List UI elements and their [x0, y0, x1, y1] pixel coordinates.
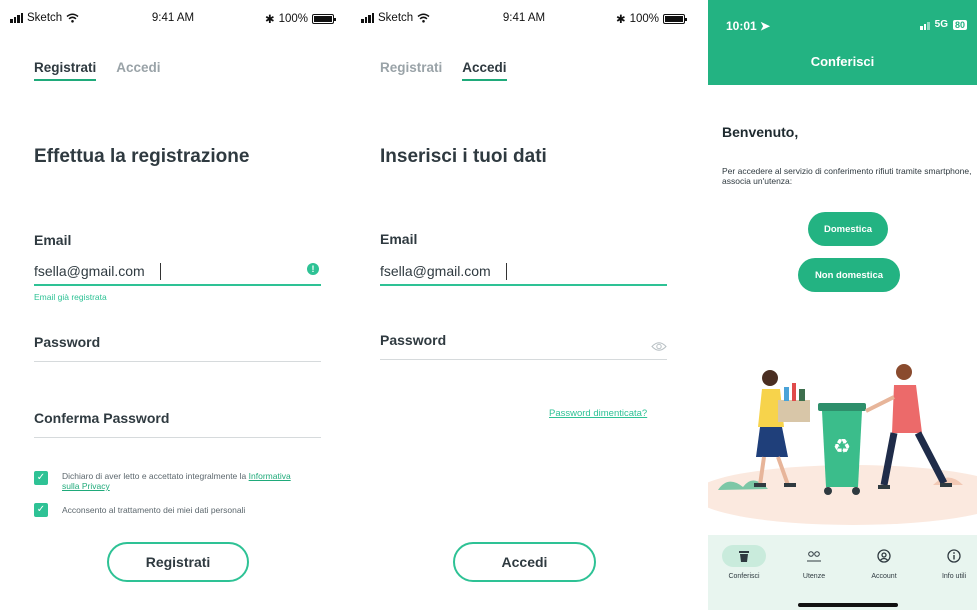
nav-item-utenze[interactable]: Utenze	[784, 545, 844, 580]
auth-tabs: Registrati Accedi	[380, 60, 507, 81]
svg-text:♻: ♻	[833, 434, 851, 458]
welcome-heading: Benvenuto,	[722, 124, 799, 140]
privacy-consent-row: ✓ Dichiaro di aver letto e accettato int…	[34, 471, 294, 491]
email-error-message: Email già registrata	[34, 292, 107, 302]
email-label: Email	[34, 232, 72, 248]
non-domestic-button[interactable]: Non domestica	[798, 258, 900, 292]
nav-label: Info utili	[941, 573, 967, 580]
nav-label: Account	[871, 573, 897, 580]
nav-label: Utenze	[802, 573, 826, 580]
error-icon: !	[307, 263, 319, 275]
info-icon	[947, 549, 961, 563]
signal-icon	[920, 20, 930, 30]
clock-label: 10:01	[726, 19, 757, 33]
tab-accedi[interactable]: Accedi	[116, 60, 160, 81]
password-field-container	[380, 332, 667, 360]
privacy-consent-text: Dichiaro di aver letto e accettato integ…	[62, 471, 294, 491]
bluetooth-icon: ✱	[264, 14, 275, 26]
confirm-password-field-container	[34, 410, 321, 438]
app-home-screen: 10:01 ➤ 5G 80 Conferisci Benvenuto, Per …	[708, 0, 977, 610]
account-icon	[877, 549, 891, 563]
tab-registrati[interactable]: Registrati	[34, 60, 97, 81]
domestic-button[interactable]: Domestica	[808, 212, 888, 246]
bottom-nav: Conferisci Utenze Account Info utili	[708, 535, 977, 610]
password-field-container	[34, 334, 321, 362]
page-title: Effettua la registrazione	[34, 146, 250, 167]
battery-label: 100%	[278, 13, 308, 25]
tab-registrati[interactable]: Registrati	[380, 60, 442, 81]
login-button[interactable]: Accedi	[453, 542, 596, 582]
show-password-icon[interactable]	[651, 341, 667, 352]
recycling-illustration: ♻	[708, 364, 977, 525]
forgot-password-link[interactable]: Password dimenticata?	[549, 408, 647, 419]
clock: 10:01 ➤	[726, 19, 770, 33]
email-field[interactable]	[380, 258, 667, 284]
text-caret	[506, 263, 507, 280]
status-bar: Sketch 9:41 AM ✱ 100%	[351, 0, 697, 30]
bin-icon	[739, 550, 749, 562]
nav-item-info-utili[interactable]: Info utili	[924, 545, 977, 580]
nav-item-conferisci[interactable]: Conferisci	[714, 545, 774, 580]
login-screen: Sketch 9:41 AM ✱ 100% Registrati Accedi …	[351, 0, 697, 610]
battery-icon	[312, 14, 336, 24]
page-title: Inserisci i tuoi dati	[380, 146, 547, 167]
privacy-consent-label: Dichiaro di aver letto e accettato integ…	[62, 471, 247, 481]
email-field[interactable]	[34, 258, 321, 284]
page-title: Conferisci	[810, 54, 875, 69]
register-screen: Sketch 9:41 AM ✱ 100% Registrati Accedi …	[0, 0, 346, 610]
data-consent-checkbox[interactable]: ✓	[34, 503, 48, 517]
battery-label: 100%	[629, 13, 659, 25]
location-arrow-icon: ➤	[760, 19, 771, 33]
network-status: 5G 80	[920, 19, 967, 30]
data-consent-row: ✓ Acconsento al trattamento dei miei dat…	[34, 503, 314, 517]
text-caret	[160, 263, 161, 280]
network-label: 5G	[934, 19, 948, 30]
status-bar: Sketch 9:41 AM ✱ 100%	[0, 0, 346, 30]
privacy-consent-checkbox[interactable]: ✓	[34, 471, 48, 485]
register-button[interactable]: Registrati	[107, 542, 249, 582]
nav-item-account[interactable]: Account	[854, 545, 914, 580]
data-consent-text: Acconsento al trattamento dei miei dati …	[62, 505, 246, 515]
battery-icon: 80	[952, 19, 967, 30]
app-header: 10:01 ➤ 5G 80 Conferisci	[708, 0, 977, 85]
email-label: Email	[380, 231, 418, 247]
tab-accedi[interactable]: Accedi	[462, 60, 507, 81]
battery-icon	[663, 14, 687, 24]
email-field-container: !	[34, 258, 321, 286]
auth-tabs: Registrati Accedi	[34, 60, 161, 81]
intro-text: Per accedere al servizio di conferimento…	[722, 166, 972, 186]
nav-label: Conferisci	[728, 573, 760, 580]
home-indicator	[798, 603, 898, 607]
users-icon	[807, 550, 821, 561]
email-field-container	[380, 258, 667, 286]
bluetooth-icon: ✱	[615, 14, 626, 26]
